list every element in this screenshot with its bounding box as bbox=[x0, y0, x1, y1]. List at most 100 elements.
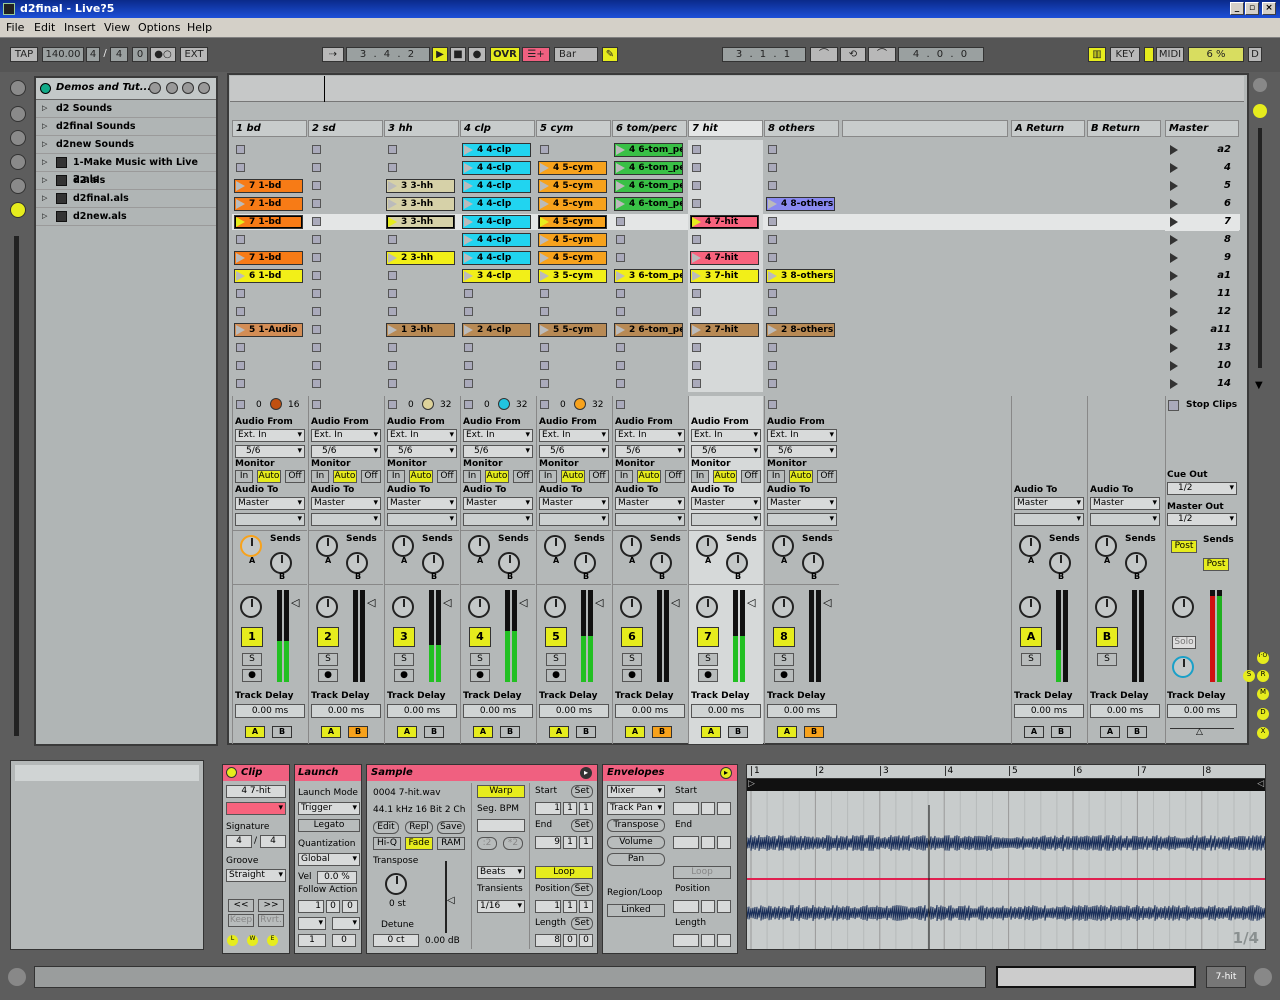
return-output-dropdown[interactable]: Master bbox=[1014, 497, 1084, 510]
clip-slot[interactable]: 4 4-clp bbox=[460, 160, 535, 176]
clip-slot[interactable] bbox=[384, 358, 459, 374]
scroll-down-icon[interactable]: ▼ bbox=[1255, 380, 1263, 391]
clip[interactable]: 1 3-hh bbox=[386, 323, 455, 337]
clip-stop-icon[interactable] bbox=[768, 217, 777, 226]
clip-play-icon[interactable] bbox=[464, 163, 473, 173]
end-sixteenths[interactable]: 1 bbox=[579, 836, 593, 849]
clip-stop-icon[interactable] bbox=[616, 217, 625, 226]
clip-slot[interactable] bbox=[460, 358, 535, 374]
start-bars[interactable]: 1 bbox=[535, 802, 561, 815]
track-header[interactable]: 5 cym bbox=[536, 120, 611, 137]
clip-slot[interactable] bbox=[612, 358, 687, 374]
track-header[interactable]: 6 tom/perc bbox=[612, 120, 687, 137]
clip-slot[interactable]: 5 1-Audio bbox=[232, 322, 307, 338]
clip[interactable]: 3 3-hh bbox=[386, 197, 455, 211]
clip[interactable]: 4 4-clp bbox=[462, 179, 531, 193]
clip-slot[interactable]: 7 1-bd bbox=[232, 214, 307, 230]
browser-scrollbar[interactable] bbox=[14, 236, 19, 736]
clip-stop-icon[interactable] bbox=[388, 343, 397, 352]
clip-stop-icon[interactable] bbox=[616, 253, 625, 262]
clip[interactable]: 4 4-clp bbox=[462, 197, 531, 211]
menu-options[interactable]: Options bbox=[138, 21, 180, 34]
clip[interactable]: 4 4-clp bbox=[462, 215, 531, 229]
detail-collapse-icon[interactable] bbox=[1254, 968, 1272, 986]
input-type-dropdown[interactable]: Ext. In bbox=[615, 429, 685, 442]
track-activator-button[interactable]: 8 bbox=[773, 627, 795, 647]
warp-button[interactable]: Warp bbox=[477, 785, 525, 798]
volume-env-button[interactable]: Volume bbox=[607, 836, 665, 849]
scene-launch[interactable]: 12 bbox=[1165, 304, 1239, 321]
clip-sig-den[interactable]: 4 bbox=[260, 835, 286, 848]
clip-slot[interactable] bbox=[308, 376, 383, 392]
clip-slot[interactable]: 4 6-tom_per bbox=[612, 196, 687, 212]
monitor-off-button[interactable]: Off bbox=[665, 470, 685, 483]
cue-volume-knob[interactable] bbox=[1172, 656, 1194, 678]
edit-button[interactable]: Edit bbox=[373, 821, 399, 834]
clip[interactable]: 4 4-clp bbox=[462, 161, 531, 175]
song-position[interactable]: 3 . 4 . 2 bbox=[346, 47, 430, 62]
position-sixteenths[interactable]: 1 bbox=[579, 900, 593, 913]
clip-stop-icon[interactable] bbox=[616, 235, 625, 244]
clip-stop-icon[interactable] bbox=[540, 145, 549, 154]
follow-time-bars[interactable]: 1 bbox=[298, 900, 324, 913]
clip-slot[interactable] bbox=[764, 358, 839, 374]
arm-button[interactable]: ● bbox=[622, 669, 642, 682]
clip-slot[interactable]: 3 3-hh bbox=[384, 196, 459, 212]
output-channel-dropdown[interactable] bbox=[615, 513, 685, 526]
scroll-up-icon[interactable] bbox=[1253, 78, 1267, 92]
crossfade-b-button[interactable]: B bbox=[272, 726, 292, 738]
clip[interactable]: 3 4-clp bbox=[462, 269, 531, 283]
clip-slot[interactable]: 4 4-clp bbox=[460, 214, 535, 230]
solo-button[interactable]: Solo bbox=[1172, 636, 1196, 649]
clip-slot[interactable]: 5 5-cym bbox=[536, 322, 611, 338]
monitor-in-button[interactable]: In bbox=[387, 470, 405, 483]
return-activator-button[interactable]: B bbox=[1096, 627, 1118, 647]
clip[interactable]: 4 5-cym bbox=[538, 215, 607, 229]
browser-item[interactable]: ▷ d2final.als bbox=[36, 190, 216, 208]
clip-play-icon[interactable] bbox=[540, 325, 549, 335]
clip-play-icon[interactable] bbox=[464, 217, 473, 227]
punch-button[interactable]: ☰+ bbox=[522, 47, 550, 62]
solo-button[interactable]: S bbox=[1097, 653, 1117, 666]
clip[interactable]: 7 1-bd bbox=[234, 197, 303, 211]
crossfade-a-button[interactable]: A bbox=[701, 726, 721, 738]
return-output-dropdown[interactable]: Master bbox=[1090, 497, 1160, 510]
crossfade-a-button[interactable]: A bbox=[1024, 726, 1044, 738]
clip-slot[interactable] bbox=[232, 286, 307, 302]
clip-stop-icon[interactable] bbox=[692, 199, 701, 208]
volume-fader-icon[interactable]: ◁ bbox=[823, 596, 831, 609]
input-channel-dropdown[interactable]: 5/6 bbox=[691, 445, 761, 458]
clip[interactable]: 3 8-others bbox=[766, 269, 835, 283]
monitor-auto-button[interactable]: Auto bbox=[257, 470, 281, 483]
clip-slot[interactable]: 3 4-clp bbox=[460, 268, 535, 284]
clip[interactable]: 7 1-bd bbox=[234, 179, 303, 193]
input-type-dropdown[interactable]: Ext. In bbox=[539, 429, 609, 442]
clip-slot[interactable]: 3 5-cym bbox=[536, 268, 611, 284]
clip-stop-icon[interactable] bbox=[540, 289, 549, 298]
warp-toggle-icon[interactable]: W bbox=[247, 935, 258, 946]
midi-button[interactable]: MIDI bbox=[1156, 47, 1184, 62]
crossfade-b-button[interactable]: B bbox=[1127, 726, 1147, 738]
clip-stop-icon[interactable] bbox=[312, 253, 321, 262]
clip-play-icon[interactable] bbox=[540, 163, 549, 173]
crossfade-a-button[interactable]: A bbox=[1100, 726, 1120, 738]
clip[interactable]: 3 6-tom_per bbox=[614, 269, 683, 283]
clip-slot[interactable]: 2 4-clp bbox=[460, 322, 535, 338]
folder-icon[interactable] bbox=[10, 202, 26, 218]
input-type-dropdown[interactable]: Ext. In bbox=[691, 429, 761, 442]
solo-button[interactable]: S bbox=[546, 653, 566, 666]
arm-button[interactable]: ● bbox=[394, 669, 414, 682]
clip-play-icon[interactable] bbox=[540, 217, 549, 227]
send-b-knob[interactable] bbox=[270, 552, 292, 574]
clip[interactable]: 4 8-others bbox=[766, 197, 835, 211]
clip[interactable]: 5 1-Audio bbox=[234, 323, 303, 337]
plug-icon[interactable] bbox=[10, 130, 26, 146]
start-beats[interactable]: 1 bbox=[563, 802, 577, 815]
pan-knob[interactable] bbox=[316, 596, 338, 618]
track-activator-button[interactable]: 5 bbox=[545, 627, 567, 647]
input-type-dropdown[interactable]: Ext. In bbox=[463, 429, 533, 442]
crossfade-a-button[interactable]: A bbox=[549, 726, 569, 738]
clip-play-icon[interactable] bbox=[236, 181, 245, 191]
clip-play-icon[interactable] bbox=[464, 199, 473, 209]
clip-slot[interactable] bbox=[612, 304, 687, 320]
